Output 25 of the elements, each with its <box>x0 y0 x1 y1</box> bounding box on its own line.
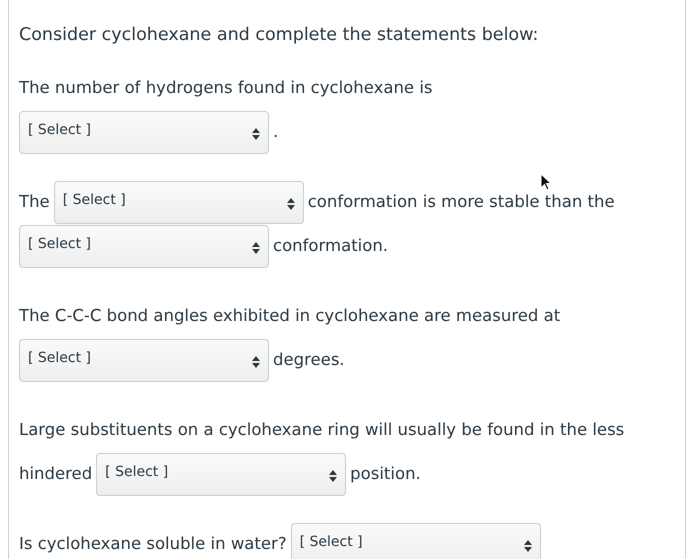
question-text: The C-C-C bond angles exhibited in cyclohexane are measured at <box>19 304 560 327</box>
answer-dropdown[interactable]: [ Select ] <box>290 522 541 559</box>
instructions-text: Consider cyclohexane and complete the statements below: <box>19 24 540 47</box>
question-text: The <box>19 190 50 213</box>
question-text: degrees. <box>273 348 345 371</box>
sort-arrows-icon <box>329 470 338 482</box>
mouse-cursor-icon <box>540 173 552 191</box>
question-text: conformation. <box>273 234 388 257</box>
sort-arrows-icon <box>286 198 295 210</box>
answer-dropdown[interactable]: [ Select ] <box>54 180 304 224</box>
question-text: Large substituents on a cyclohexane ring will usually be found in the less <box>19 418 624 441</box>
question-text: . <box>273 120 278 143</box>
question-text: conformation is more stable than the <box>308 190 615 213</box>
sort-arrows-icon <box>252 356 260 368</box>
answer-dropdown[interactable]: [ Select ] <box>19 224 269 268</box>
answer-dropdown[interactable]: [ Select ] <box>96 452 346 496</box>
sort-arrows-icon <box>252 128 260 140</box>
sort-arrows-icon <box>524 540 532 552</box>
question-text: position. <box>350 462 421 485</box>
answer-dropdown[interactable]: [ Select ] <box>19 338 269 382</box>
question-text: hindered <box>19 462 92 485</box>
answer-dropdown[interactable]: [ Select ] <box>19 110 269 154</box>
sort-arrows-icon <box>252 242 260 254</box>
question-text: The number of hydrogens found in cyclohexane is <box>19 76 432 99</box>
question-text: Is cyclohexane soluble in water? <box>19 532 287 555</box>
